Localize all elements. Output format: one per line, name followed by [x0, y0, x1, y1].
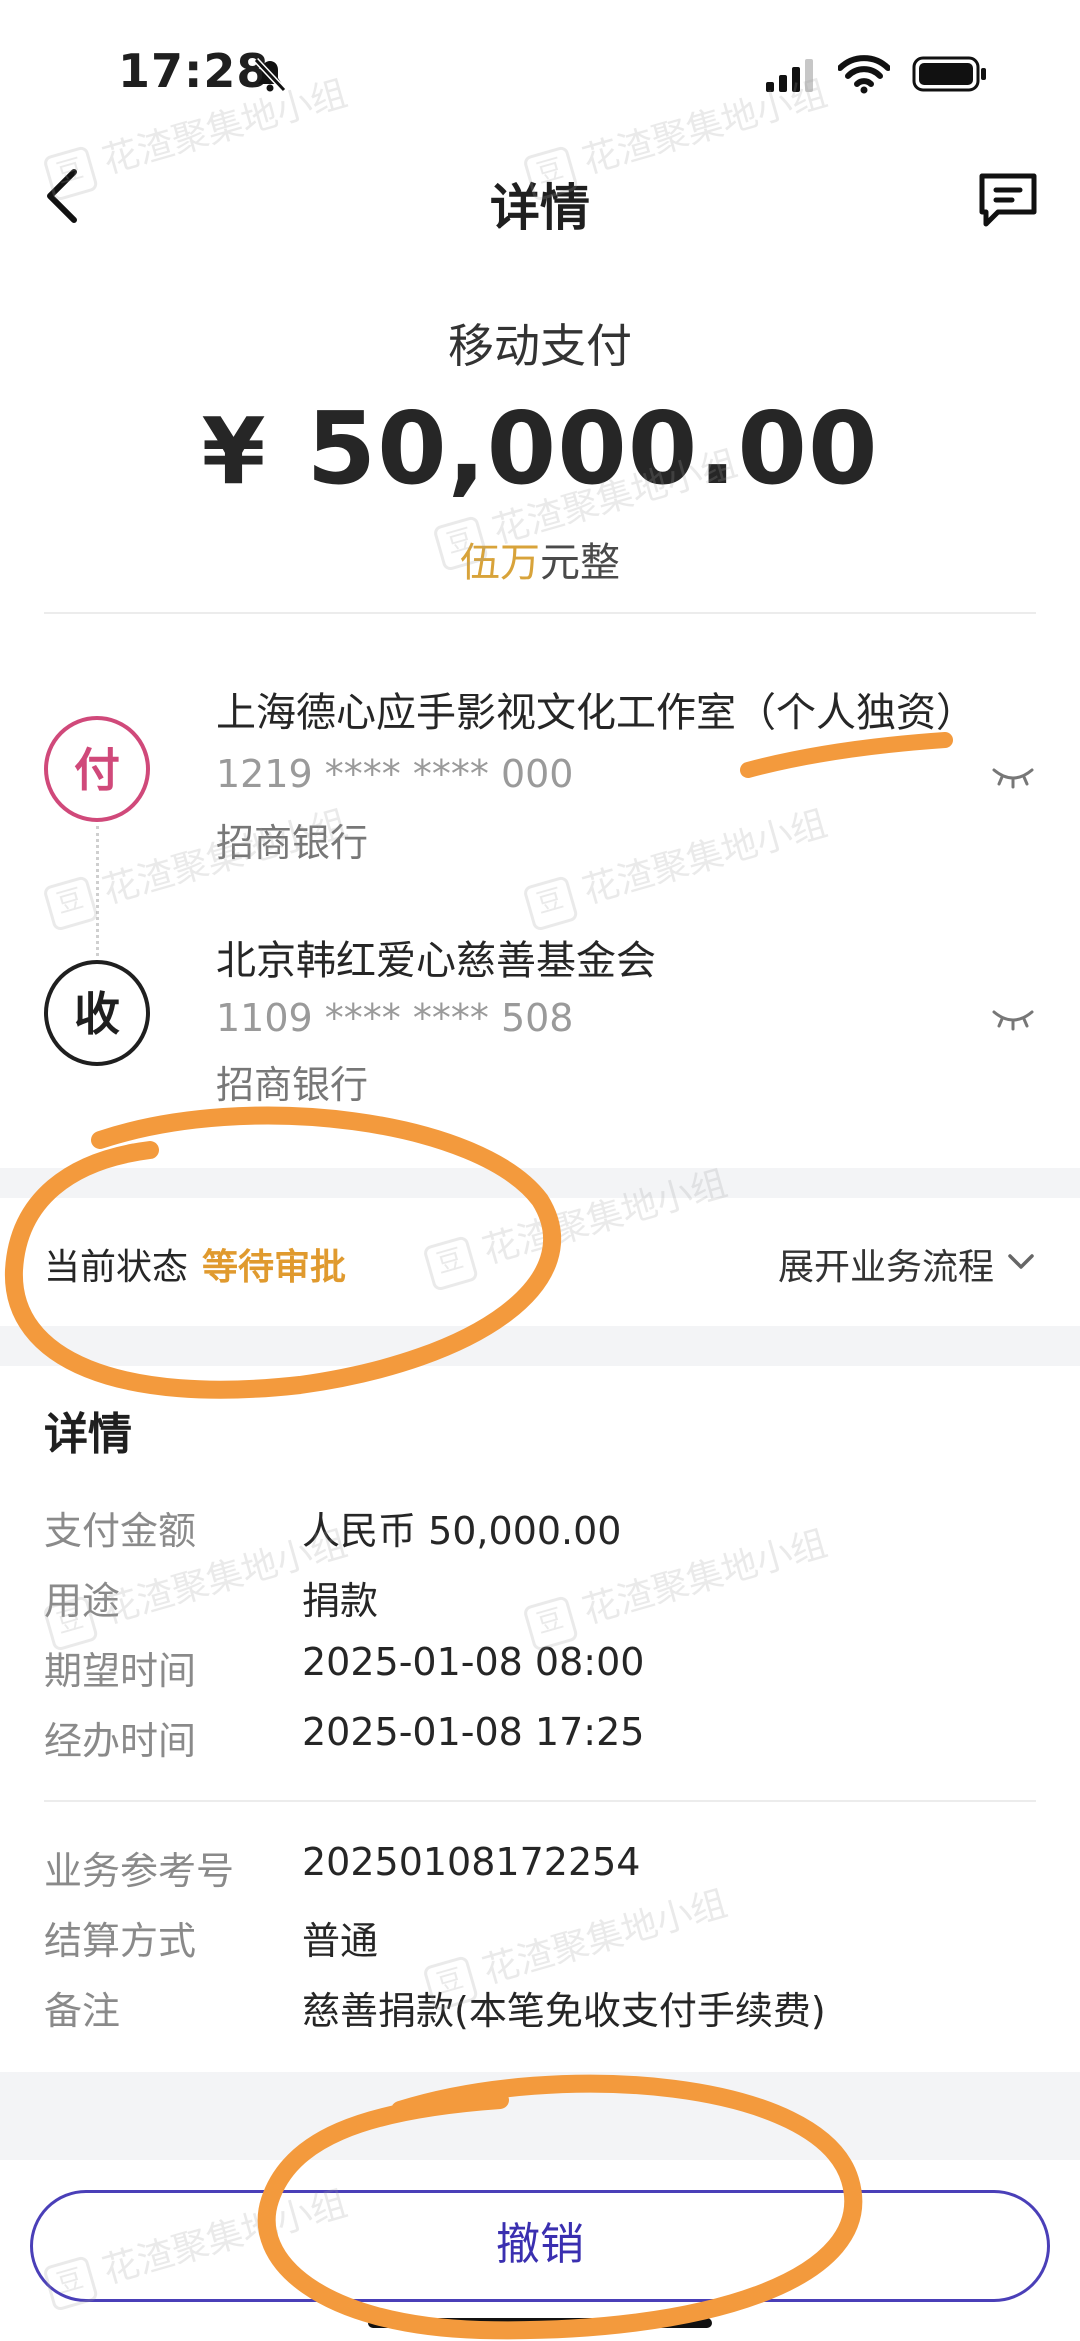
payee-account: 1109 **** **** 508	[216, 996, 574, 1040]
payee-badge: 收	[44, 960, 150, 1066]
status-label: 当前状态	[44, 1247, 189, 1288]
watermark-logo-icon: 豆	[42, 2255, 100, 2312]
watermark-logo-icon: 豆	[422, 1235, 480, 1292]
currency-symbol: ¥	[201, 398, 267, 505]
watermark-logo-icon: 豆	[522, 875, 580, 932]
payer-account: 1219 **** **** 000	[216, 752, 574, 796]
section-gap	[0, 1168, 1080, 1198]
detail-value-reference: 20250108172254	[302, 1840, 641, 1884]
detail-value-settlement: 普通	[302, 1919, 379, 1963]
details-title: 详情	[44, 1409, 132, 1460]
wifi-icon	[838, 55, 890, 94]
expand-process-link[interactable]: 展开业务流程	[778, 1238, 994, 1290]
home-indicator	[368, 2318, 712, 2328]
battery-icon	[912, 56, 986, 92]
payer-badge: 付	[44, 716, 150, 822]
chevron-down-icon[interactable]	[1006, 1250, 1036, 1274]
divider	[44, 612, 1036, 614]
detail-value-purpose: 捐款	[302, 1579, 379, 1623]
payer-name: 上海德心应手影视文化工作室（个人独资）	[216, 690, 976, 736]
detail-label-settlement: 结算方式	[44, 1919, 197, 1963]
section-gap	[0, 1326, 1080, 1366]
section-gap	[0, 2072, 1080, 2160]
watermark-text: 花渣聚集地小组	[578, 803, 832, 913]
payee-bank: 招商银行	[216, 1063, 369, 1107]
detail-value-remark: 慈善捐款(本笔免收支付手续费)	[302, 1989, 826, 2033]
message-icon[interactable]	[978, 172, 1038, 228]
detail-label-reference: 业务参考号	[44, 1849, 235, 1893]
detail-value-expected-time: 2025-01-08 08:00	[302, 1640, 645, 1684]
divider	[44, 1800, 1036, 1802]
watermark-text: 花渣聚集地小组	[478, 1883, 732, 1993]
detail-value-amount: 人民币 50,000.00	[302, 1509, 622, 1553]
payment-type: 移动支付	[448, 319, 632, 373]
status-badge: 等待审批	[202, 1247, 347, 1288]
detail-label-remark: 备注	[44, 1989, 121, 2033]
watermark-logo-icon: 豆	[42, 875, 100, 932]
annotation-underline	[740, 732, 953, 778]
detail-label-handle-time: 经办时间	[44, 1719, 197, 1763]
payee-name: 北京韩红爱心慈善基金会	[216, 938, 656, 984]
detail-value-handle-time: 2025-01-08 17:25	[302, 1710, 645, 1754]
watermark: 豆花渣聚集地小组	[520, 795, 833, 932]
eye-closed-icon[interactable]	[990, 762, 1036, 792]
watermark-text: 花渣聚集地小组	[578, 73, 832, 183]
amount-words-rest: 元整	[540, 540, 620, 586]
detail-label-amount: 支付金额	[44, 1509, 197, 1553]
eye-closed-icon[interactable]	[990, 1004, 1036, 1034]
